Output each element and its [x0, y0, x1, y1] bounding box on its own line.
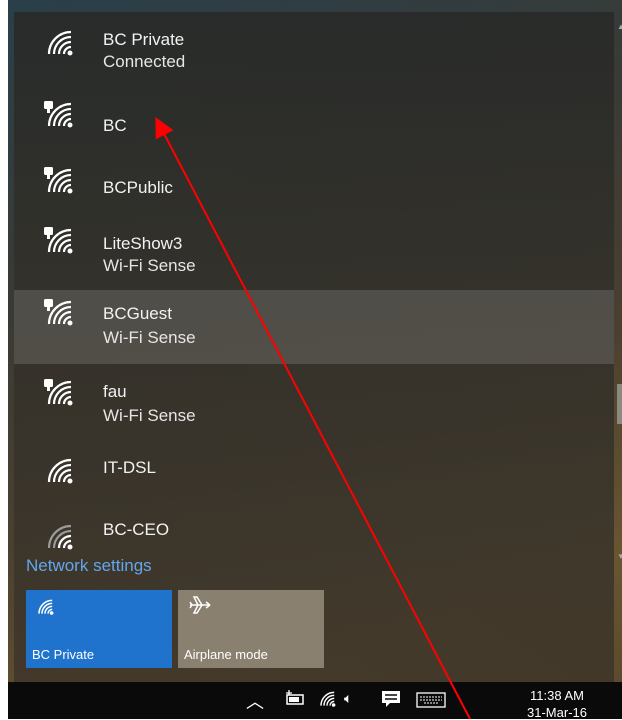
- network-item-bc-private[interactable]: BC Private Connected: [14, 12, 614, 78]
- network-name: BCPublic: [103, 178, 173, 197]
- volume-icon[interactable]: 🔈︎: [344, 690, 352, 707]
- wifi-icon: [47, 458, 73, 484]
- action-center-icon[interactable]: [381, 690, 401, 708]
- battery-icon[interactable]: [284, 690, 306, 706]
- wifi-icon: [38, 599, 54, 615]
- network-settings-link[interactable]: Network settings: [26, 556, 152, 576]
- wifi-weak-icon: [47, 524, 73, 550]
- wifi-tile-label: BC Private: [32, 647, 95, 662]
- wifi-secured-icon: [44, 227, 73, 254]
- wifi-secured-icon: [44, 299, 73, 326]
- airplane-icon: [189, 596, 211, 614]
- network-status: Connected: [103, 52, 186, 71]
- keyboard-icon[interactable]: [416, 692, 446, 708]
- network-name: BCGuest: [103, 304, 172, 323]
- network-item-bc[interactable]: BC: [14, 84, 614, 150]
- network-item-liteshow3[interactable]: LiteShow3 Wi-Fi Sense: [14, 218, 614, 284]
- scroll-thumb[interactable]: [617, 384, 622, 424]
- wifi-secured-icon: [44, 101, 73, 128]
- network-name: BC-CEO: [103, 520, 170, 539]
- wifi-icon: [47, 30, 73, 56]
- network-status: Wi-Fi Sense: [103, 256, 196, 275]
- wifi-icon[interactable]: [318, 690, 336, 708]
- chevron-up-icon[interactable]: ︿: [246, 688, 264, 714]
- network-name: IT-DSL: [103, 458, 156, 477]
- clock-date[interactable]: 31-Mar-16: [522, 705, 592, 720]
- clock-time[interactable]: 11:38 AM: [522, 688, 592, 703]
- wifi-secured-icon: [44, 167, 73, 194]
- wifi-secured-icon: [44, 379, 73, 406]
- scroll-down-icon[interactable]: ▼: [617, 552, 622, 561]
- network-item-bcguest[interactable]: BCGuest Wi-Fi Sense: [14, 290, 614, 364]
- network-item-it-dsl[interactable]: IT-DSL: [14, 438, 614, 504]
- network-status: Wi-Fi Sense: [103, 406, 196, 425]
- airplane-mode-tile-label: Airplane mode: [184, 647, 268, 662]
- network-list-scrollbar[interactable]: ▲ ▼: [617, 22, 622, 562]
- airplane-mode-tile[interactable]: Airplane mode: [178, 590, 324, 668]
- network-name: LiteShow3: [103, 234, 183, 253]
- network-item-fau[interactable]: fau Wi-Fi Sense: [14, 368, 614, 434]
- taskbar: ︿ 🔈︎ 11:38 AM 31-Mar-16: [8, 682, 622, 720]
- scroll-up-icon[interactable]: ▲: [617, 22, 622, 31]
- network-status: Wi-Fi Sense: [103, 328, 196, 347]
- network-flyout: BC Private Connected BC BCPublic LiteSho…: [14, 12, 622, 682]
- network-name: BC Private: [103, 30, 185, 49]
- network-name: fau: [103, 382, 127, 401]
- wifi-tile[interactable]: BC Private: [26, 590, 172, 668]
- network-item-bcpublic[interactable]: BCPublic: [14, 150, 614, 216]
- network-name: BC: [103, 116, 127, 135]
